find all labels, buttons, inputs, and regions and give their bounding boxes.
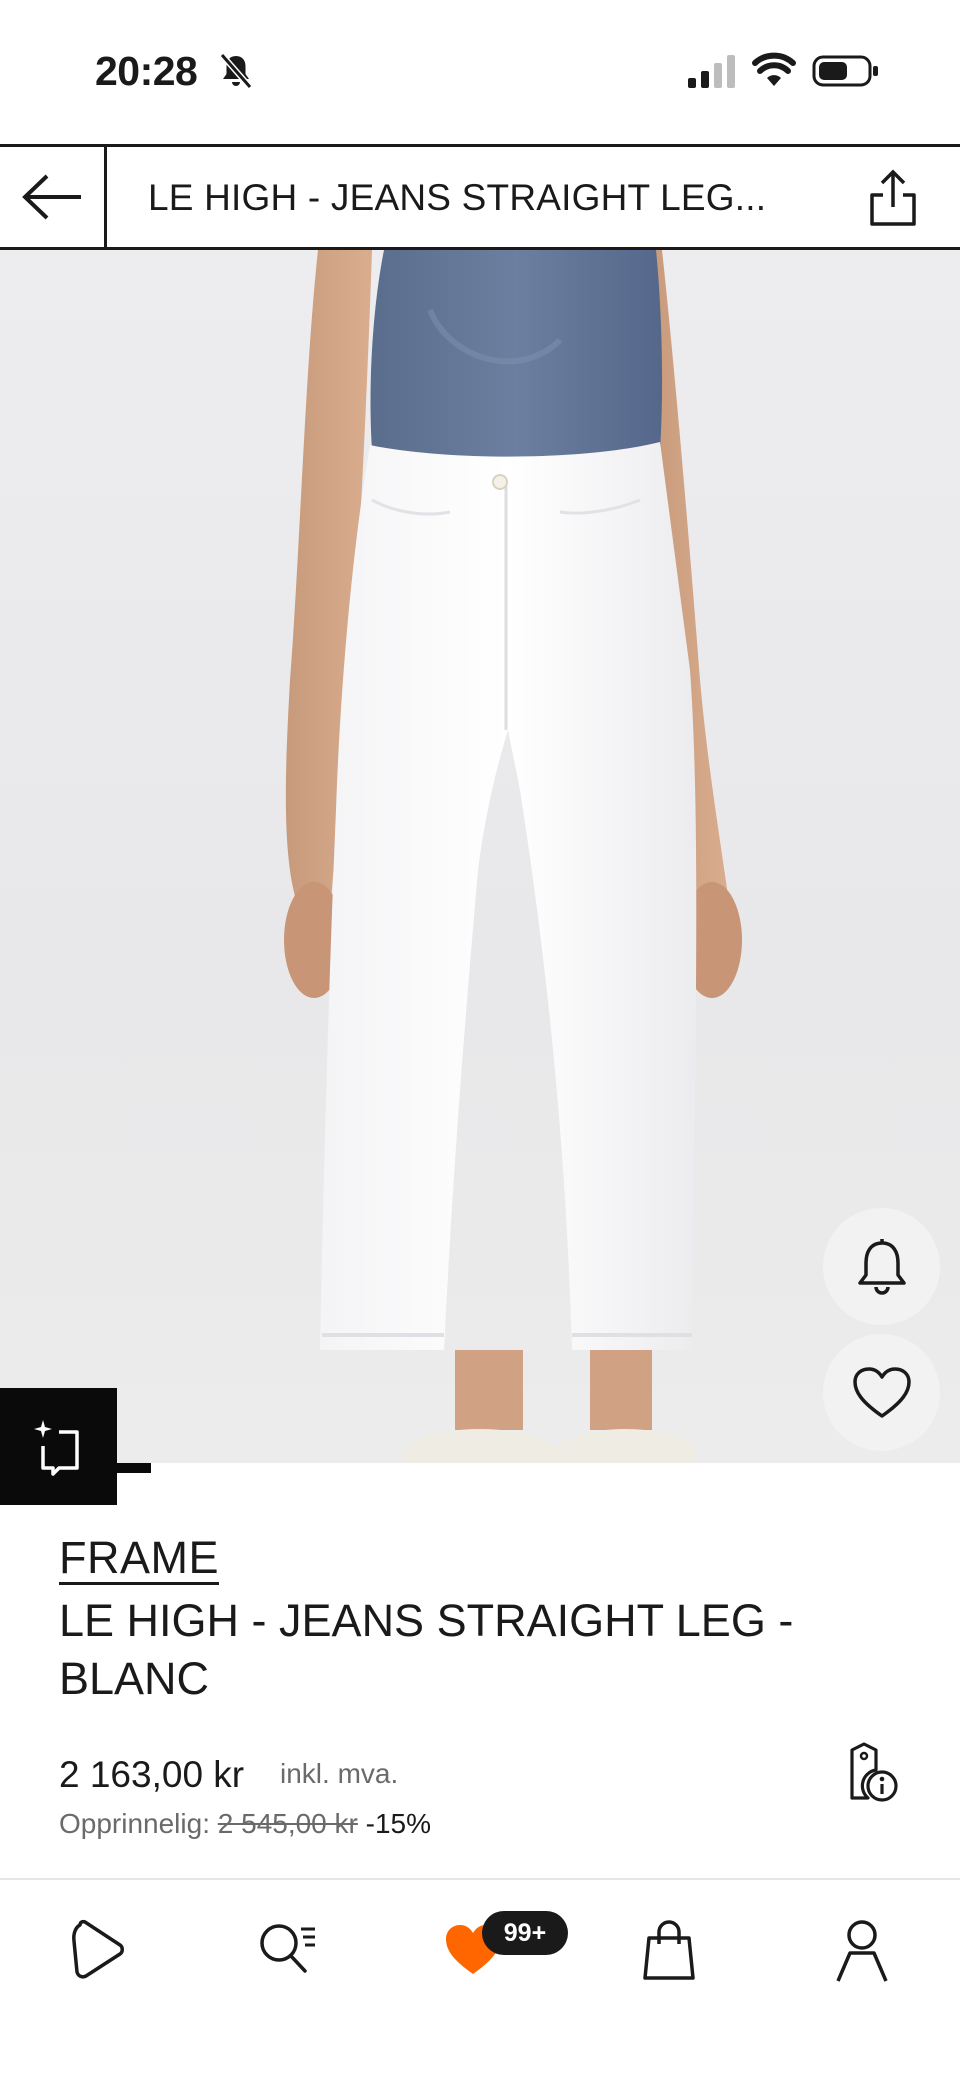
original-price-label: Opprinnelig: (59, 1808, 210, 1839)
tab-home[interactable] (57, 1910, 137, 1990)
original-price-line: Opprinnelig: 2 545,00 kr -15% (59, 1808, 431, 1840)
bell-icon (857, 1238, 906, 1295)
tab-profile[interactable] (822, 1910, 902, 1990)
heart-icon (852, 1366, 911, 1418)
status-time: 20:28 (95, 48, 198, 94)
home-icon (72, 1919, 124, 1979)
tab-search[interactable] (248, 1910, 328, 1990)
product-page: 20:28 LE HIGH - JEANS STRAIGHT LEG... FR… (0, 0, 960, 2081)
search-icon (260, 1924, 315, 1973)
share-icon[interactable] (868, 169, 918, 227)
original-price: 2 545,00 kr (217, 1808, 358, 1839)
product-header: LE HIGH - JEANS STRAIGHT LEG... (0, 144, 960, 250)
wishlist-count-badge: 99+ (482, 1911, 568, 1955)
profile-icon (836, 1920, 888, 1982)
back-button[interactable] (0, 147, 107, 247)
ar-tryon-icon (33, 1419, 79, 1476)
price-info-icon[interactable] (842, 1742, 902, 1804)
product-photo (284, 250, 742, 1470)
gallery-progress-track (117, 1463, 960, 1473)
wishlist-button[interactable] (823, 1334, 940, 1451)
notify-button[interactable] (823, 1208, 940, 1325)
bag-icon (643, 1920, 695, 1980)
ar-tryon-button[interactable] (0, 1388, 117, 1505)
status-bar: 20:28 (0, 0, 960, 144)
back-arrow-icon (22, 174, 81, 220)
mute-bell-icon (219, 53, 253, 89)
tab-bag[interactable] (629, 1910, 709, 1990)
wifi-icon (752, 52, 796, 86)
discount-percent: -15% (365, 1808, 432, 1839)
brand-link[interactable]: FRAME (59, 1534, 219, 1585)
product-name: LE HIGH - JEANS STRAIGHT LEG - BLANC (59, 1595, 794, 1704)
cellular-signal-icon (688, 55, 735, 88)
bottom-tab-bar (0, 1880, 960, 2081)
battery-icon (812, 55, 878, 87)
gallery-progress-indicator (117, 1463, 151, 1473)
tax-note: inkl. mva. (280, 1758, 399, 1789)
product-image-gallery[interactable] (0, 250, 960, 1470)
page-title: LE HIGH - JEANS STRAIGHT LEG... (148, 177, 767, 218)
current-price: 2 163,00 kr (59, 1754, 245, 1795)
